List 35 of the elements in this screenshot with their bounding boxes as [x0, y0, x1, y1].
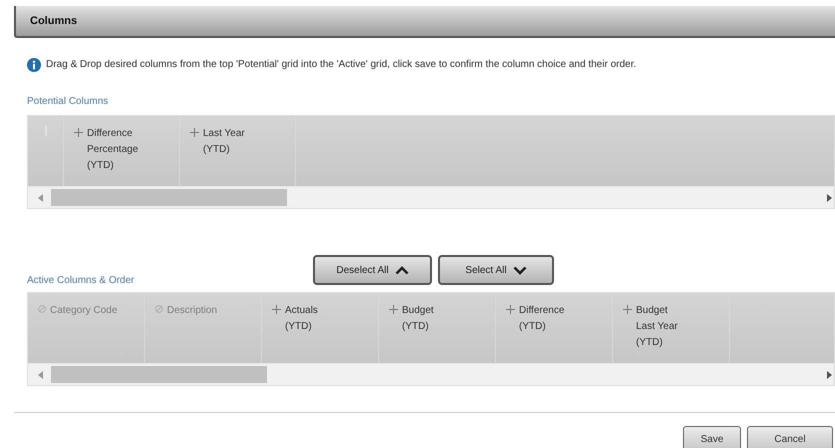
chevron-down-icon — [512, 266, 527, 274]
blocked-icon — [155, 305, 163, 313]
scroll-left-icon[interactable] — [38, 370, 43, 378]
column-title: Difference (YTD) — [519, 304, 564, 334]
column-title: Last Year (YTD) — [203, 127, 245, 157]
move-icon — [506, 305, 515, 314]
column-title: Budget Last Year (YTD) — [636, 304, 678, 350]
horizontal-scrollbar[interactable] — [28, 363, 834, 385]
blocked-icon — [38, 305, 46, 313]
column-title: Description — [167, 304, 218, 318]
move-icon — [190, 128, 199, 137]
section-label: Potential Columns — [26, 95, 110, 109]
select-all-button[interactable]: Select All — [438, 255, 554, 285]
instruction-text: Drag & Drop desired columns from the top 'Potential' grid into the 'Active' grid, click save to confirm the column choice and their order. — [46, 58, 636, 72]
horizontal-scrollbar[interactable] — [28, 186, 834, 208]
scroll-left-icon[interactable] — [38, 194, 43, 202]
deselect-all-button[interactable]: Deselect All — [313, 255, 432, 285]
scrollbar-thumb[interactable] — [51, 189, 287, 206]
chevron-up-icon — [394, 266, 409, 274]
save-button[interactable]: Save — [683, 426, 741, 448]
window-title-bar: Columns — [14, 6, 835, 38]
scroll-right-icon[interactable] — [827, 370, 832, 378]
move-icon — [623, 305, 632, 314]
column-title: Actuals (YTD) — [285, 304, 318, 334]
move-icon — [272, 305, 281, 314]
column-title: Difference Percentage (YTD) — [87, 127, 138, 173]
column-title: Category Code — [50, 304, 118, 318]
scrollbar-thumb[interactable] — [51, 366, 267, 383]
move-icon — [389, 305, 398, 314]
move-icon — [74, 128, 83, 137]
section-label: Active Columns & Order — [26, 274, 136, 288]
cancel-button[interactable]: Cancel — [747, 426, 833, 448]
column-title: Budget (YTD) — [402, 304, 434, 334]
info-icon — [27, 58, 41, 72]
scroll-right-icon[interactable] — [827, 194, 832, 202]
